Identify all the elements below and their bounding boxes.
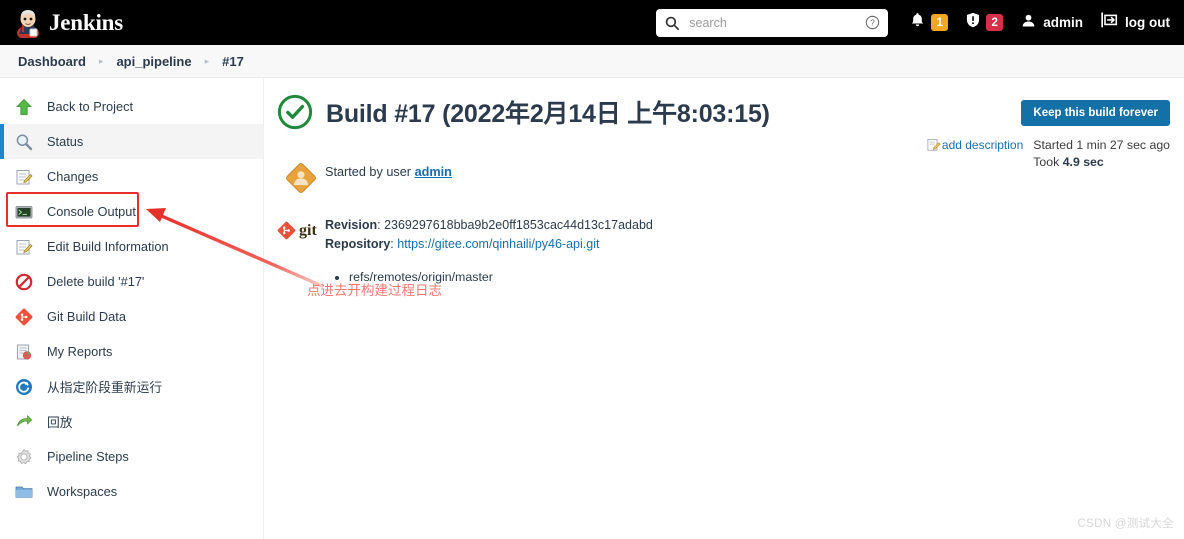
took-value: 4.9 sec bbox=[1062, 155, 1104, 169]
search-icon bbox=[665, 16, 680, 30]
build-header: Build #17 (2022年2月14日 上午8:03:15) bbox=[277, 94, 770, 130]
build-timing: Started 1 min 27 sec ago Took 4.9 sec bbox=[1033, 137, 1170, 171]
git-logo-icon: git bbox=[277, 211, 325, 240]
git-info-row: git Revision: 2369297618bba9b2e0ff1853ca… bbox=[277, 211, 977, 254]
sidebar-item-label: Pipeline Steps bbox=[47, 449, 129, 464]
git-diamond-icon bbox=[13, 306, 35, 328]
sidebar-item-label: Git Build Data bbox=[47, 309, 126, 324]
breadcrumb-separator: ▸ bbox=[204, 55, 210, 66]
security-warnings-button[interactable]: 2 bbox=[966, 12, 1004, 33]
breadcrumb-item-dashboard[interactable]: Dashboard bbox=[18, 54, 86, 69]
sidebar-item-label: Status bbox=[47, 134, 84, 149]
git-details: Revision: 2369297618bba9b2e0ff1853cac44d… bbox=[325, 211, 653, 254]
sidebar-item-my-reports[interactable]: My Reports bbox=[0, 334, 263, 369]
breadcrumb-item-api-pipeline[interactable]: api_pipeline bbox=[116, 54, 191, 69]
started-by-text: Started by user admin bbox=[325, 165, 452, 179]
git-repository-link[interactable]: https://gitee.com/qinhaili/py46-api.git bbox=[397, 237, 599, 251]
sidebar-item-edit-build-information[interactable]: Edit Build Information bbox=[0, 229, 263, 264]
logout-arrow-icon bbox=[1101, 12, 1118, 33]
sidebar-item-label: Changes bbox=[47, 169, 99, 184]
notepad-pencil-icon bbox=[13, 166, 35, 188]
search-input[interactable] bbox=[687, 14, 866, 31]
no-entry-icon bbox=[13, 271, 35, 293]
sidebar-item-console-output[interactable]: Console Output bbox=[0, 194, 263, 229]
security-badge-count: 2 bbox=[986, 14, 1004, 31]
sidebar-item-label: 从指定阶段重新运行 bbox=[47, 380, 163, 395]
keep-this-build-forever-button[interactable]: Keep this build forever bbox=[1021, 100, 1170, 126]
took-text: Took 4.9 sec bbox=[1033, 155, 1104, 169]
jenkins-build-page: Jenkins ? bbox=[0, 0, 1184, 539]
sidebar-item-workspaces[interactable]: Workspaces bbox=[0, 474, 263, 509]
sidebar-item-git-build-data[interactable]: Git Build Data bbox=[0, 299, 263, 334]
started-by-row: Started by user admin bbox=[277, 158, 977, 197]
sidebar-item-label: Console Output bbox=[47, 204, 136, 219]
sidebar-item-label: My Reports bbox=[47, 344, 113, 359]
person-icon bbox=[1021, 13, 1036, 33]
notifications-bell-button[interactable]: 1 bbox=[910, 12, 949, 33]
user-name-label: admin bbox=[1043, 15, 1084, 30]
started-by-user-link[interactable]: admin bbox=[415, 165, 452, 179]
search-box[interactable]: ? bbox=[656, 8, 889, 37]
sidebar-item-changes[interactable]: Changes bbox=[0, 159, 263, 194]
up-arrow-green-icon bbox=[13, 96, 35, 118]
report-chart-icon bbox=[13, 341, 35, 363]
git-revision-line: Revision: 2369297618bba9b2e0ff1853cac44d… bbox=[325, 218, 653, 232]
sidebar-item-label: Back to Project bbox=[47, 99, 134, 114]
magnifier-icon bbox=[13, 131, 35, 153]
user-menu-button[interactable]: admin bbox=[1021, 13, 1083, 33]
sidebar-item-replay[interactable]: 回放 bbox=[0, 404, 263, 439]
edit-description-icon bbox=[927, 138, 941, 152]
build-causes: Started by user admin git Revision: 2369… bbox=[277, 158, 977, 287]
sidebar-item-restart-from-stage[interactable]: 从指定阶段重新运行 bbox=[0, 369, 263, 404]
git-revision-value: 2369297618bba9b2e0ff1853cac44d13c17adabd bbox=[384, 218, 653, 232]
main-content: Build #17 (2022年2月14日 上午8:03:15) Keep th… bbox=[265, 78, 1184, 539]
sidebar-item-status[interactable]: Status bbox=[0, 124, 263, 159]
sidebar-item-label: Delete build '#17' bbox=[47, 274, 145, 289]
help-circle-icon[interactable]: ? bbox=[865, 15, 880, 30]
jenkins-logo-link[interactable]: Jenkins bbox=[14, 8, 124, 40]
sidebar-item-label: Edit Build Information bbox=[47, 239, 169, 254]
folder-icon bbox=[13, 481, 35, 503]
svg-text:?: ? bbox=[871, 19, 876, 28]
blue-refresh-icon bbox=[13, 376, 35, 398]
header-actions: ? 1 bbox=[656, 0, 1184, 45]
git-refs-list: refs/remotes/origin/master bbox=[277, 268, 977, 287]
breadcrumb-item-build-number[interactable]: #17 bbox=[222, 54, 244, 69]
sidebar-item-delete-build[interactable]: Delete build '#17' bbox=[0, 264, 263, 299]
jenkins-butler-logo-icon bbox=[14, 8, 42, 40]
list-item: refs/remotes/origin/master bbox=[349, 268, 977, 287]
breadcrumb: Dashboard ▸ api_pipeline ▸ #17 bbox=[0, 45, 1184, 78]
breadcrumb-separator: ▸ bbox=[98, 55, 104, 66]
add-description-label: add description bbox=[941, 138, 1024, 152]
shield-exclamation-icon bbox=[966, 12, 980, 33]
sidebar: Back to Project Status Changes Console O… bbox=[0, 78, 264, 539]
gear-icon bbox=[13, 446, 35, 468]
sidebar-item-label: Workspaces bbox=[47, 484, 118, 499]
git-revision-label: Revision bbox=[325, 218, 378, 232]
bell-icon bbox=[910, 12, 925, 33]
user-diamond-icon bbox=[277, 158, 325, 197]
success-check-circle-icon bbox=[277, 94, 313, 130]
git-repository-label: Repository bbox=[325, 237, 391, 251]
top-header: Jenkins ? bbox=[0, 0, 1184, 45]
sidebar-item-back-to-project[interactable]: Back to Project bbox=[0, 89, 263, 124]
logout-label: log out bbox=[1125, 15, 1170, 30]
add-description-link[interactable]: add description bbox=[927, 138, 1023, 152]
terminal-icon bbox=[13, 201, 35, 223]
notepad-pencil-icon bbox=[13, 236, 35, 258]
git-repository-line: Repository: https://gitee.com/qinhaili/p… bbox=[325, 237, 600, 251]
page-title: Build #17 (2022年2月14日 上午8:03:15) bbox=[326, 100, 770, 128]
git-logo-word: git bbox=[299, 221, 317, 239]
sidebar-item-label: 回放 bbox=[47, 415, 73, 430]
brand-title: Jenkins bbox=[49, 9, 124, 35]
started-ago-text: Started 1 min 27 sec ago bbox=[1033, 138, 1170, 152]
green-replay-arrow-icon bbox=[13, 411, 35, 433]
sidebar-item-pipeline-steps[interactable]: Pipeline Steps bbox=[0, 439, 263, 474]
bell-badge-count: 1 bbox=[931, 14, 949, 31]
logout-button[interactable]: log out bbox=[1101, 12, 1170, 33]
